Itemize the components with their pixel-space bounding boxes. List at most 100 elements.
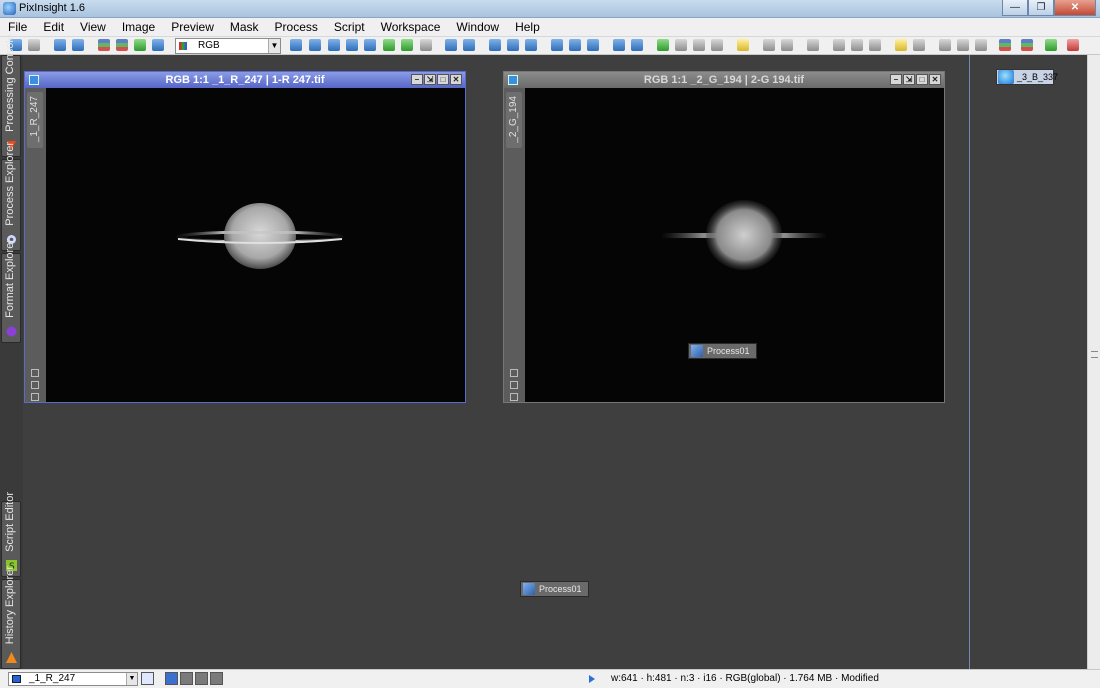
display-mode-blue-icon[interactable] [210,672,223,685]
image-icon[interactable]: _3_B_337 [996,69,1058,85]
display-mode-green-icon[interactable] [195,672,208,685]
expand-icon[interactable] [510,393,518,401]
menu-help[interactable]: Help [507,18,548,37]
process-1-icon[interactable] [657,39,669,51]
tab-history-explorer[interactable]: History Explorer [1,566,21,669]
pin-icon[interactable] [510,369,518,377]
readout-icon[interactable] [401,39,413,51]
vertical-scrollbar[interactable] [1087,55,1100,669]
zoom-out-icon[interactable] [346,39,358,51]
menu-process[interactable]: Process [267,18,326,37]
view-selector[interactable]: _1_R_247 ▼ [8,672,138,686]
zoom-full-icon[interactable] [364,39,376,51]
tool-i-icon[interactable] [939,39,951,51]
maximize-window-button[interactable]: □ [437,74,449,85]
play-icon[interactable] [589,675,595,683]
zoom-1-icon[interactable] [445,39,457,51]
highlight-icon[interactable] [737,39,749,51]
redo-icon[interactable] [28,39,40,51]
menu-edit[interactable]: Edit [35,18,72,37]
tool-e-icon[interactable] [851,39,863,51]
iconize-button[interactable]: ⇲ [424,74,436,85]
shade-button[interactable]: – [890,74,902,85]
close-window-button[interactable]: ✕ [450,74,462,85]
link-icon[interactable] [510,381,518,389]
image-canvas[interactable] [46,88,465,402]
window-side-panel: _1_R_247 [25,88,46,402]
zoom-fit-icon[interactable] [309,39,321,51]
menu-script[interactable]: Script [326,18,373,37]
select-icon[interactable] [383,39,395,51]
menu-mask[interactable]: Mask [222,18,267,37]
view-id: _1_R_247 [29,96,40,143]
process-icon[interactable]: Process01 [520,581,589,597]
menu-image[interactable]: Image [114,18,163,37]
tool-l-icon[interactable] [999,39,1011,51]
color-space-select[interactable]: RGB ▼ [175,38,281,54]
close-button[interactable]: ✕ [1054,0,1096,16]
tool-n-icon[interactable] [1045,39,1057,51]
menu-window[interactable]: Window [448,18,507,37]
menu-view[interactable]: View [72,18,114,37]
preview-2-icon[interactable] [507,39,519,51]
image-info: w:641 · h:481 · n:3 · i16 · RGB(global) … [611,673,879,684]
preview-3-icon[interactable] [525,39,537,51]
iconize-button[interactable]: ⇲ [903,74,915,85]
view-id-tab[interactable]: _2_G_194 [506,92,522,148]
tool-o-icon[interactable] [1067,39,1079,51]
tool-d-icon[interactable] [833,39,845,51]
stf-1-icon[interactable] [613,39,625,51]
channel-extract-icon[interactable] [116,39,128,51]
pin-icon[interactable] [31,369,39,377]
tab-process-explorer[interactable]: Process Explorer [1,142,21,251]
display-mode-rgb-icon[interactable] [165,672,178,685]
view-id-tab[interactable]: _1_R_247 [27,92,43,148]
minimize-button[interactable]: — [1002,0,1028,16]
chevron-down-icon: ▼ [268,39,280,53]
resample-icon[interactable] [152,39,164,51]
window-title-bar[interactable]: RGB 1:1 _2_G_194 | 2-G 194.tif – ⇲ □ ✕ [504,72,944,88]
mask-3-icon[interactable] [587,39,599,51]
image-window-1[interactable]: RGB 1:1 _1_R_247 | 1-R 247.tif – ⇲ □ ✕ _… [24,71,466,403]
tool-f-icon[interactable] [869,39,881,51]
preview-1-icon[interactable] [489,39,501,51]
window-title-bar[interactable]: RGB 1:1 _1_R_247 | 1-R 247.tif – ⇲ □ ✕ [25,72,465,88]
expand-icon[interactable] [31,393,39,401]
maximize-window-button[interactable]: □ [916,74,928,85]
shade-button[interactable]: – [411,74,423,85]
process-4-icon[interactable] [711,39,723,51]
new-image-icon[interactable] [54,39,66,51]
zoom-in-icon[interactable] [328,39,340,51]
pointer-icon[interactable] [420,39,432,51]
process-3-icon[interactable] [693,39,705,51]
display-mode-red-icon[interactable] [180,672,193,685]
tool-j-icon[interactable] [957,39,969,51]
tool-k-icon[interactable] [975,39,987,51]
process-icon[interactable]: Process01 [688,343,757,359]
maximize-button[interactable]: ❐ [1028,0,1054,16]
process-2-icon[interactable] [675,39,687,51]
tool-a-icon[interactable] [763,39,775,51]
zoom-2-icon[interactable] [463,39,475,51]
tool-c-icon[interactable] [807,39,819,51]
duplicate-icon[interactable] [72,39,84,51]
tool-g-icon[interactable] [895,39,907,51]
scroll-grip[interactable] [1091,351,1098,358]
tool-m-icon[interactable] [1021,39,1033,51]
menu-workspace[interactable]: Workspace [373,18,449,37]
tool-h-icon[interactable] [913,39,925,51]
pan-icon[interactable] [290,39,302,51]
mask-2-icon[interactable] [569,39,581,51]
tab-format-explorer[interactable]: Format Explorer [1,239,21,343]
image-tool-icon[interactable] [134,39,146,51]
menu-preview[interactable]: Preview [163,18,222,37]
stf-2-icon[interactable] [631,39,643,51]
secondary-workspace[interactable] [969,55,1087,669]
view-list-icon[interactable] [141,672,154,685]
rgb-channels-icon[interactable] [98,39,110,51]
link-icon[interactable] [31,381,39,389]
process-container-icon [523,583,535,595]
mask-1-icon[interactable] [551,39,563,51]
tool-b-icon[interactable] [781,39,793,51]
close-window-button[interactable]: ✕ [929,74,941,85]
